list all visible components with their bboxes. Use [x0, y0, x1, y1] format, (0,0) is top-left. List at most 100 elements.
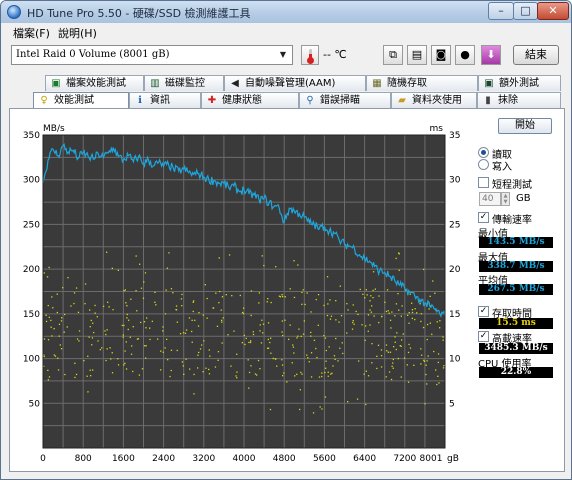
access-time-point — [244, 343, 246, 346]
short-test-checkbox[interactable] — [478, 177, 489, 188]
access-time-point — [397, 357, 399, 360]
tab-health[interactable]: ✚ 健康狀態 — [201, 92, 299, 108]
access-time-point — [45, 320, 48, 323]
x-tick-label: 800 — [75, 454, 92, 464]
access-time-point — [247, 359, 249, 361]
read-radio[interactable] — [478, 147, 489, 158]
access-time-point — [167, 359, 169, 361]
access-time-point — [96, 316, 98, 318]
access-time-point — [364, 297, 366, 299]
access-time-checkbox[interactable]: ✓ — [478, 306, 489, 317]
burst-rate-checkbox[interactable]: ✓ — [478, 331, 489, 342]
access-time-point — [185, 329, 188, 331]
tab-disk-monitor[interactable]: ▥ 磁碟監控 — [144, 75, 224, 91]
access-time-point — [74, 362, 76, 364]
access-time-point — [420, 313, 422, 315]
access-time-point — [443, 365, 445, 367]
tab-info[interactable]: ℹ 資訊 — [129, 92, 201, 108]
menu-file[interactable]: 檔案(F) — [13, 25, 50, 41]
access-time-point — [97, 340, 99, 342]
tab-error-scan[interactable]: ⚲ 錯誤掃瞄 — [299, 92, 391, 108]
access-time-point — [386, 350, 388, 352]
access-time-point — [308, 361, 310, 363]
access-time-point — [288, 338, 290, 340]
access-time-point — [281, 295, 284, 298]
exit-button[interactable]: 結束 — [513, 45, 559, 65]
temperature-readout: -- ℃ — [323, 48, 347, 61]
access-time-point — [318, 376, 321, 378]
disk-monitor-icon: ▥ — [150, 78, 160, 89]
gb-unit-label: GB — [516, 193, 531, 204]
tab-file-benchmark[interactable]: ▣ 檔案效能測試 — [45, 75, 144, 91]
access-time-point — [245, 337, 247, 340]
size-spinner[interactable]: ▲ ▼ — [501, 192, 510, 206]
access-time-point — [310, 376, 313, 378]
access-time-point — [221, 319, 223, 321]
access-time-point — [377, 344, 380, 346]
transfer-rate-checkbox[interactable]: ✓ — [478, 212, 489, 223]
access-time-point — [339, 285, 341, 287]
access-time-point — [58, 335, 60, 337]
tab-folder-usage[interactable]: ▰ 資料夾使用 — [391, 92, 477, 108]
access-time-point — [296, 337, 298, 339]
access-time-point — [111, 352, 113, 354]
access-time-point — [406, 364, 408, 366]
access-time-point — [330, 373, 332, 375]
minimize-button[interactable]: – — [488, 2, 514, 20]
access-time-point — [372, 271, 375, 273]
access-time-point — [47, 339, 50, 341]
access-time-point — [324, 396, 327, 398]
access-time-point — [125, 302, 127, 304]
close-button[interactable]: ✕ — [537, 2, 569, 20]
access-time-point — [149, 338, 151, 341]
coin-icon[interactable]: ● — [455, 45, 475, 65]
access-time-point — [172, 292, 174, 294]
tab-aam[interactable]: ◀ 自動噪聲管理(AAM) — [224, 75, 366, 91]
access-time-point — [197, 354, 199, 356]
access-time-point — [274, 358, 276, 360]
access-time-point — [111, 267, 113, 269]
access-time-point — [411, 311, 414, 314]
tab-erase[interactable]: ▮ 抹除 — [477, 92, 561, 108]
access-time-point — [401, 305, 403, 307]
access-time-point — [362, 293, 364, 295]
access-time-point — [338, 321, 340, 323]
access-time-point — [192, 301, 194, 303]
access-time-point — [438, 382, 440, 384]
start-button[interactable]: 開始 — [498, 118, 552, 134]
tab-benchmark[interactable]: ♀ 效能測試 — [33, 92, 129, 109]
tab-extra-tests[interactable]: ▣ 額外測試 — [478, 75, 561, 91]
access-time-point — [310, 335, 312, 337]
access-time-point — [335, 319, 337, 321]
menu-help[interactable]: 說明(H) — [58, 25, 97, 41]
access-time-point — [91, 344, 93, 346]
access-time-point — [57, 369, 60, 371]
access-time-point — [398, 269, 400, 271]
access-time-point — [400, 315, 402, 317]
access-time-point — [64, 373, 66, 376]
write-radio[interactable] — [478, 159, 489, 170]
access-time-point — [392, 367, 394, 369]
erase-icon: ▮ — [485, 95, 491, 106]
title-bar[interactable]: HD Tune Pro 5.50 - 硬碟/SSD 檢測維護工具 – □ ✕ — [1, 1, 571, 23]
access-time-point — [135, 290, 137, 292]
short-test-size-input[interactable]: 40 — [479, 192, 501, 206]
drive-select[interactable]: Intel Raid 0 Volume (8001 gB) ▼ — [11, 45, 293, 65]
access-time-point — [194, 319, 196, 321]
tab-random-access[interactable]: ▦ 隨機存取 — [366, 75, 478, 91]
copy-icon[interactable]: ⧉ — [383, 45, 403, 65]
chevron-down-icon[interactable]: ▼ — [276, 47, 290, 63]
access-time-point — [367, 314, 370, 316]
access-time-point — [372, 297, 374, 299]
access-time-point — [282, 334, 284, 337]
access-time-point — [392, 358, 394, 361]
access-time-point — [137, 338, 140, 340]
info-icon[interactable]: ▤ — [407, 45, 427, 65]
access-time-point — [228, 254, 231, 256]
download-icon[interactable]: ⬇ — [481, 45, 501, 65]
camera-icon[interactable]: ◙ — [431, 45, 451, 65]
maximize-button[interactable]: □ — [513, 2, 538, 20]
access-time-point — [250, 314, 252, 317]
access-time-point — [151, 320, 153, 322]
access-time-point — [372, 289, 374, 292]
